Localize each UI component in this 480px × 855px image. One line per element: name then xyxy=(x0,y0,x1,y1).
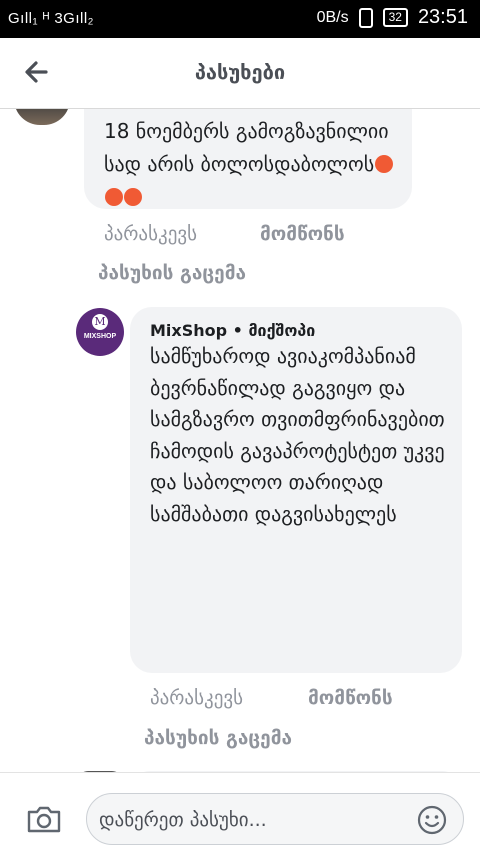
smiley-icon[interactable] xyxy=(417,805,447,835)
app-header: პასუხები xyxy=(0,38,480,109)
reply-like-button[interactable]: მომწონს xyxy=(308,687,393,709)
reply-bubble[interactable]: MixShop • მიქშოპი სამწუხაროდ ავიაკომპანი… xyxy=(130,307,462,673)
angry-emoji-icon xyxy=(375,155,394,173)
comment-timestamp: პარასკევს xyxy=(104,223,198,245)
reply-author[interactable]: MixShop • მიქშოპი xyxy=(150,321,315,340)
comment-bubble[interactable]: 18 ნოემბერს გამოგზავნილიი სად არის ბოლოს… xyxy=(84,109,412,209)
camera-icon[interactable] xyxy=(26,805,62,833)
reply-input[interactable] xyxy=(97,803,401,837)
reply-composer xyxy=(0,772,480,855)
reply-input-box[interactable] xyxy=(86,793,464,845)
reply-text: სამწუხაროდ ავიაკომპანიამ ბევრნაწილად გაგ… xyxy=(150,344,445,526)
like-button[interactable]: მომწონს xyxy=(260,223,345,245)
comment-thread[interactable]: 18 ნოემბერს გამოგზავნილიი სად არის ბოლოს… xyxy=(0,109,480,772)
vibrate-icon xyxy=(358,7,373,28)
network-speed: 0B/s xyxy=(316,8,349,26)
status-bar: Gıll₁ ᴴ 3Gıll₂ 0B/s 32 23:51 xyxy=(0,0,480,38)
comment-text: 18 ნოემბერს გამოგზავნილიი სად არის ბოლოს… xyxy=(104,119,389,176)
avatar-logo-letter: M xyxy=(92,314,108,330)
comment-text-wrap: 18 ნოემბერს გამოგზავნილიი სად არის ბოლოს… xyxy=(104,115,412,214)
reply-reply-button[interactable]: პასუხის გაცემა xyxy=(144,727,292,749)
clock: 23:51 xyxy=(417,6,468,28)
battery-icon: 32 xyxy=(382,8,408,27)
reply-timestamp: პარასკევს xyxy=(150,687,244,709)
signal-indicator: Gıll₁ ᴴ 3Gıll₂ xyxy=(8,10,94,27)
commenter-avatar[interactable] xyxy=(14,109,70,125)
angry-emoji-icon xyxy=(105,188,123,206)
page-title: პასუხები xyxy=(194,60,286,84)
avatar-logo-text: MIXSHOP xyxy=(83,333,117,340)
reply-button[interactable]: პასუხის გაცემა xyxy=(98,262,246,284)
angry-emoji-icon xyxy=(124,188,142,206)
mixshop-avatar[interactable]: M MIXSHOP xyxy=(76,308,124,356)
